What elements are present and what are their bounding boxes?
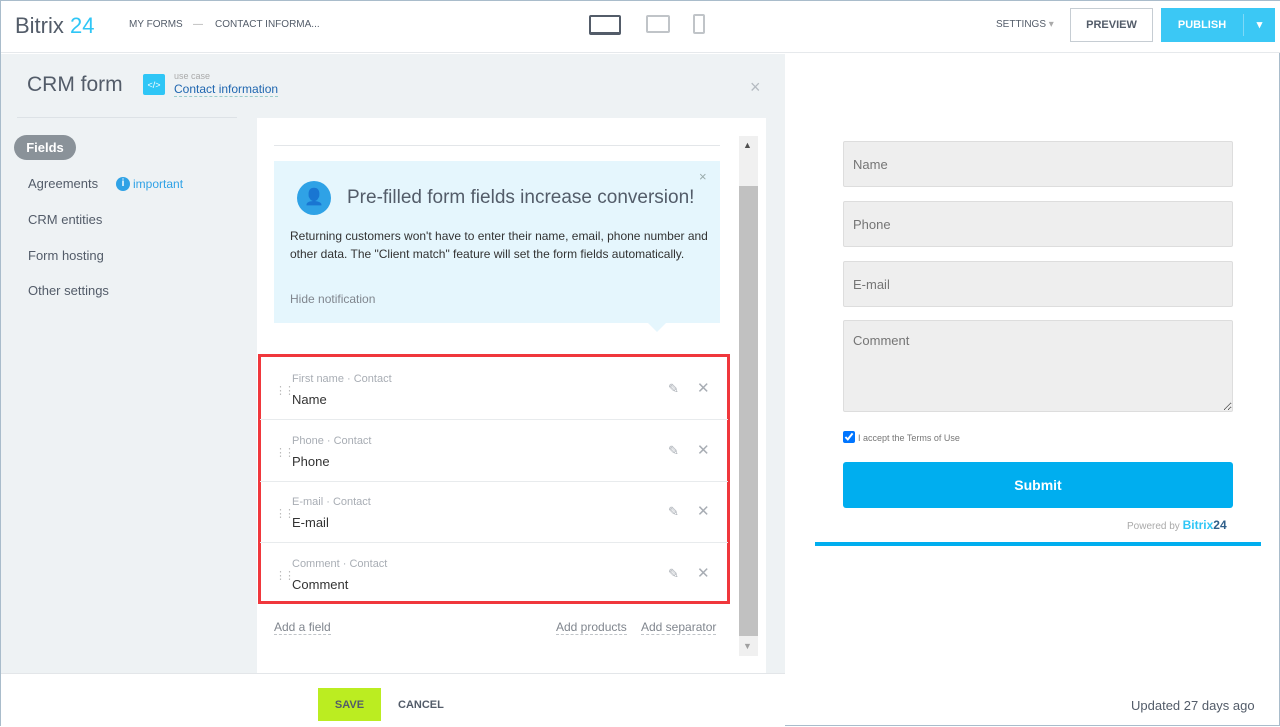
sidebar-item-form-hosting[interactable]: Form hosting — [28, 248, 104, 263]
close-icon[interactable]: × — [750, 77, 761, 98]
email-input[interactable] — [843, 261, 1233, 307]
field-name: E-mail — [292, 515, 329, 530]
breadcrumb-separator: — — [193, 19, 203, 30]
remove-icon[interactable]: ✕ — [697, 502, 710, 520]
name-input[interactable] — [843, 141, 1233, 187]
mobile-view-icon[interactable] — [693, 14, 705, 34]
add-field-link[interactable]: Add a field — [274, 620, 331, 635]
info-icon: i — [116, 177, 130, 191]
notification: 👤 Pre-filled form fields increase conver… — [274, 161, 720, 332]
scroll-down-icon[interactable]: ▼ — [743, 641, 752, 651]
footer-bar — [1, 673, 785, 727]
sidebar-item-crm-entities[interactable]: CRM entities — [28, 212, 102, 227]
divider — [274, 145, 720, 146]
scrollbar-thumb[interactable] — [739, 186, 758, 636]
important-badge[interactable]: important — [133, 177, 183, 191]
tablet-view-icon[interactable] — [646, 15, 670, 33]
powered-by[interactable]: Powered by Bitrix24 — [1127, 518, 1227, 532]
field-type: First name · Contact — [292, 373, 392, 385]
breadcrumb-current[interactable]: CONTACT INFORMA... — [215, 19, 320, 30]
field-row[interactable]: ⋮⋮ Phone · Contact Phone ✎ ✕ — [260, 420, 728, 482]
edit-icon[interactable]: ✎ — [668, 566, 679, 582]
drag-handle-icon[interactable]: ⋮⋮ — [275, 384, 295, 397]
scroll-up-icon[interactable]: ▲ — [743, 140, 752, 150]
field-name: Name — [292, 392, 327, 407]
edit-icon[interactable]: ✎ — [668, 504, 679, 520]
breadcrumb-my-forms[interactable]: MY FORMS — [129, 19, 183, 30]
updated-status: Updated 27 days ago — [1131, 698, 1255, 713]
notification-close-icon[interactable]: × — [699, 169, 707, 184]
edit-icon[interactable]: ✎ — [668, 443, 679, 459]
drag-handle-icon[interactable]: ⋮⋮ — [275, 507, 295, 520]
drag-handle-icon[interactable]: ⋮⋮ — [275, 446, 295, 459]
hide-notification-link[interactable]: Hide notification — [290, 292, 375, 306]
use-case-link[interactable]: Contact information — [174, 82, 279, 97]
preview-bottom-line — [815, 542, 1261, 546]
field-name: Comment — [292, 577, 349, 592]
panel-title: CRM form — [27, 73, 123, 96]
remove-icon[interactable]: ✕ — [697, 441, 710, 459]
drag-handle-icon[interactable]: ⋮⋮ — [275, 569, 295, 582]
use-case-label: use case — [174, 71, 211, 81]
remove-icon[interactable]: ✕ — [697, 379, 710, 397]
sidebar-item-other-settings[interactable]: Other settings — [28, 283, 109, 298]
field-row[interactable]: ⋮⋮ E-mail · Contact E-mail ✎ ✕ — [260, 481, 728, 543]
field-row[interactable]: ⋮⋮ First name · Contact Name ✎ ✕ — [260, 358, 728, 420]
terms-label: I accept the Terms of Use — [858, 433, 960, 443]
field-type: Phone · Contact — [292, 435, 372, 447]
remove-icon[interactable]: ✕ — [697, 564, 710, 582]
field-row[interactable]: ⋮⋮ Comment · Contact Comment ✎ ✕ — [260, 543, 728, 605]
logo[interactable]: Bitrix 24 — [15, 13, 95, 39]
sidebar-item-fields[interactable]: Fields — [14, 135, 76, 160]
desktop-view-icon[interactable] — [589, 15, 621, 35]
cancel-button[interactable]: CANCEL — [398, 699, 444, 711]
settings-menu[interactable]: SETTINGS ▾ — [996, 19, 1054, 30]
submit-button[interactable]: Submit — [843, 462, 1233, 508]
phone-input[interactable] — [843, 201, 1233, 247]
divider — [17, 117, 237, 118]
publish-dropdown-icon[interactable]: ▾ — [1243, 14, 1275, 36]
terms-checkbox[interactable] — [843, 431, 855, 443]
scrollbar[interactable]: ▲ ▼ — [739, 136, 758, 656]
notification-arrow — [648, 323, 666, 332]
user-search-icon: 👤 — [297, 181, 331, 215]
comment-textarea[interactable] — [843, 320, 1233, 412]
notification-title: Pre-filled form fields increase conversi… — [347, 187, 695, 208]
edit-icon[interactable]: ✎ — [668, 381, 679, 397]
add-separator-link[interactable]: Add separator — [641, 620, 717, 635]
field-name: Phone — [292, 454, 330, 469]
field-type: Comment · Contact — [292, 558, 388, 570]
code-icon: </> — [143, 74, 165, 95]
field-type: E-mail · Contact — [292, 496, 371, 508]
add-products-link[interactable]: Add products — [556, 620, 627, 635]
notification-body: Returning customers won't have to enter … — [290, 229, 708, 261]
publish-button[interactable]: PUBLISH ▾ — [1161, 8, 1275, 42]
publish-label[interactable]: PUBLISH — [1161, 19, 1243, 31]
sidebar-item-agreements[interactable]: Agreements — [28, 176, 98, 191]
top-bar: Bitrix 24 MY FORMS — CONTACT INFORMA... … — [1, 1, 1280, 53]
preview-button[interactable]: PREVIEW — [1070, 8, 1153, 42]
save-button[interactable]: SAVE — [318, 688, 381, 721]
